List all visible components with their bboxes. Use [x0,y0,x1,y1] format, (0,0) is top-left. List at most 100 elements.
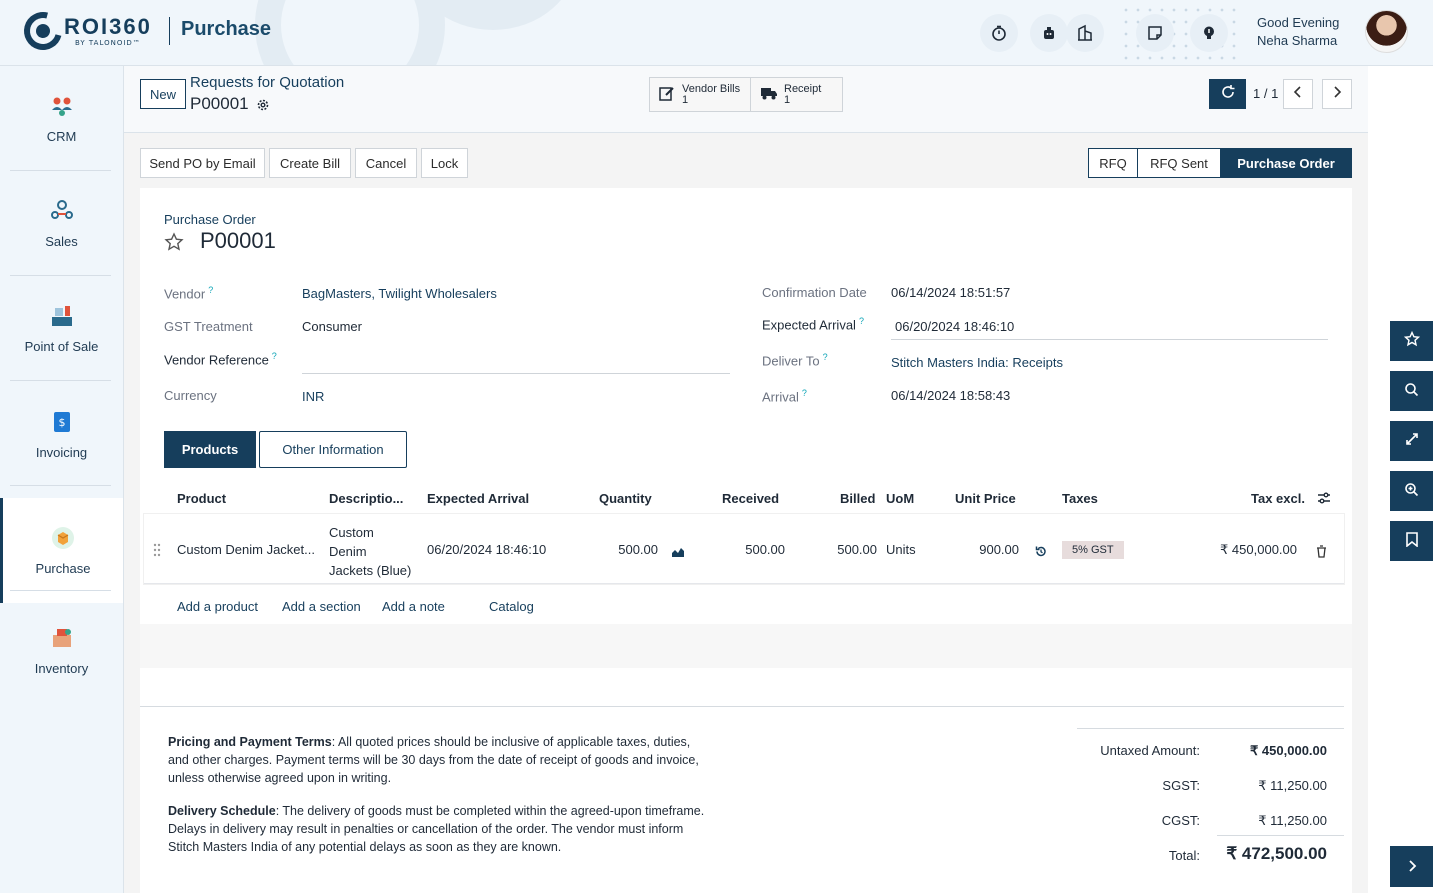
column-header-tax-excl[interactable]: Tax excl. [1251,491,1305,506]
company-icon[interactable] [1066,14,1104,52]
catalog-link[interactable]: Catalog [489,599,534,614]
send-po-email-button[interactable]: Send PO by Email [140,148,265,178]
tax-badge[interactable]: 5% GST [1062,541,1124,559]
help-tooltip-icon[interactable]: ? [802,388,807,398]
status-rfq-sent[interactable]: RFQ Sent [1137,148,1221,178]
bookmark-icon [1405,531,1418,551]
sidebar-item-inventory[interactable]: Inventory [0,598,123,703]
inventory-icon [49,625,75,651]
totals-divider [1077,728,1344,729]
column-header-uom[interactable]: UoM [886,491,914,506]
gear-icon[interactable] [256,97,270,116]
add-section-link[interactable]: Add a section [282,599,361,614]
arrival-field[interactable]: 06/14/2024 18:58:43 [891,388,1010,403]
pager-value[interactable]: 1 / 1 [1253,86,1278,101]
pager-previous-button[interactable] [1283,79,1313,109]
bookmark-shortcut-button[interactable] [1390,521,1433,561]
vendor-reference-label-text: Vendor Reference [164,352,269,368]
sidebar-item-purchase[interactable]: Purchase [0,498,123,603]
sidebar-item-label: Inventory [34,661,89,676]
add-product-link[interactable]: Add a product [177,599,258,614]
status-purchase-order[interactable]: Purchase Order [1220,148,1352,178]
help-tooltip-icon[interactable]: ? [859,316,864,326]
sidebar-item-crm[interactable]: CRM [0,66,123,171]
expected-arrival-input[interactable]: 06/20/2024 18:46:10 [891,315,1328,340]
row-uom-cell[interactable]: Units [886,542,916,557]
column-settings-icon[interactable] [1317,490,1331,509]
lock-button[interactable]: Lock [421,148,468,178]
vendor-bills-smart-button[interactable]: Vendor Bills 1 [650,78,751,111]
create-bill-button[interactable]: Create Bill [269,148,351,178]
row-quantity-cell[interactable]: 500.00 [558,542,658,557]
cgst-value: ₹ 11,250.00 [1258,813,1327,828]
currency-field[interactable]: INR [302,389,324,404]
row-description-cell[interactable]: Custom Denim Jackets (Blue) [329,523,411,580]
column-header-quantity[interactable]: Quantity [599,491,652,506]
zoom-shortcut-button[interactable] [1390,471,1433,511]
price-history-icon[interactable] [1034,543,1047,562]
deliver-to-field[interactable]: Stitch Masters India: Receipts [891,355,1063,370]
help-tooltip-icon[interactable]: ? [208,285,213,295]
sales-icon [49,198,75,224]
edit-bill-icon [658,84,676,106]
vendor-field[interactable]: BagMasters, Twilight Wholesalers [302,286,497,301]
expand-shortcut-button[interactable] [1390,421,1433,461]
drag-handle-icon[interactable] [153,542,161,561]
expected-arrival-label: Expected Arrival? [762,316,864,332]
row-product-cell[interactable]: Custom Denim Jacket... [177,542,315,557]
refresh-button[interactable] [1209,79,1246,109]
tab-other-information[interactable]: Other Information [259,431,407,468]
expected-arrival-label-text: Expected Arrival [762,317,856,333]
trash-icon[interactable] [1316,543,1327,562]
timer-icon[interactable] [980,14,1018,52]
new-button[interactable]: New [140,79,186,109]
deliver-to-label-text: Deliver To [762,353,820,369]
user-avatar[interactable] [1365,10,1408,53]
breadcrumb-link[interactable]: Requests for Quotation [190,74,344,91]
sidebar-divider [10,485,111,486]
sidebar-item-point-of-sale[interactable]: Point of Sale [0,276,123,381]
sidebar-item-label: CRM [46,129,77,144]
row-unit-price-cell[interactable]: 900.00 [930,542,1019,557]
cancel-button[interactable]: Cancel [355,148,417,178]
brand-logo[interactable]: ROI360 BY TALONOID™ [17,5,152,57]
forecast-chart-icon[interactable] [671,543,685,562]
idea-icon[interactable] [1190,14,1228,52]
status-rfq[interactable]: RFQ [1088,148,1138,178]
expand-panel-button[interactable] [1390,846,1433,887]
brand-tagline: BY TALONOID™ [75,38,141,47]
favorite-shortcut-button[interactable] [1390,321,1433,361]
help-tooltip-icon[interactable]: ? [823,352,828,362]
sidebar-item-sales[interactable]: Sales [0,171,123,276]
row-billed-cell[interactable]: 500.00 [790,542,877,557]
sidebar-item-label: Point of Sale [24,339,99,354]
sidebar-divider [10,380,111,381]
column-header-description[interactable]: Descriptio... [329,491,403,506]
form-sheet: Purchase Order P00001 Vendor? BagMasters… [140,188,1352,893]
column-header-received[interactable]: Received [722,491,779,506]
row-expected-arrival-cell[interactable]: 06/20/2024 18:46:10 [427,542,546,557]
gst-treatment-field[interactable]: Consumer [302,319,362,334]
app-sidebar: CRM Sales Point of Sale $ Invoicing Purc… [0,66,124,893]
search-icon [1404,382,1419,401]
vendor-reference-input[interactable] [302,352,730,374]
search-shortcut-button[interactable] [1390,371,1433,411]
star-icon[interactable] [164,232,184,256]
column-header-taxes[interactable]: Taxes [1062,491,1098,506]
svg-text:$: $ [58,416,65,429]
column-header-billed[interactable]: Billed [840,491,875,506]
column-header-expected-arrival[interactable]: Expected Arrival [427,491,529,506]
chat-bot-icon[interactable] [1030,14,1068,52]
column-header-product[interactable]: Product [177,491,226,506]
column-header-unit-price[interactable]: Unit Price [955,491,1016,506]
help-tooltip-icon[interactable]: ? [272,351,277,361]
add-note-link[interactable]: Add a note [382,599,445,614]
confirmation-date-field[interactable]: 06/14/2024 18:51:57 [891,285,1010,300]
receipt-smart-button[interactable]: Receipt 1 [752,78,842,111]
gst-treatment-label: GST Treatment [164,319,253,334]
notes-icon[interactable] [1136,14,1174,52]
pager-next-button[interactable] [1322,79,1352,109]
sidebar-item-invoicing[interactable]: $ Invoicing [0,382,123,487]
row-received-cell[interactable]: 500.00 [700,542,785,557]
tab-products[interactable]: Products [164,431,256,468]
